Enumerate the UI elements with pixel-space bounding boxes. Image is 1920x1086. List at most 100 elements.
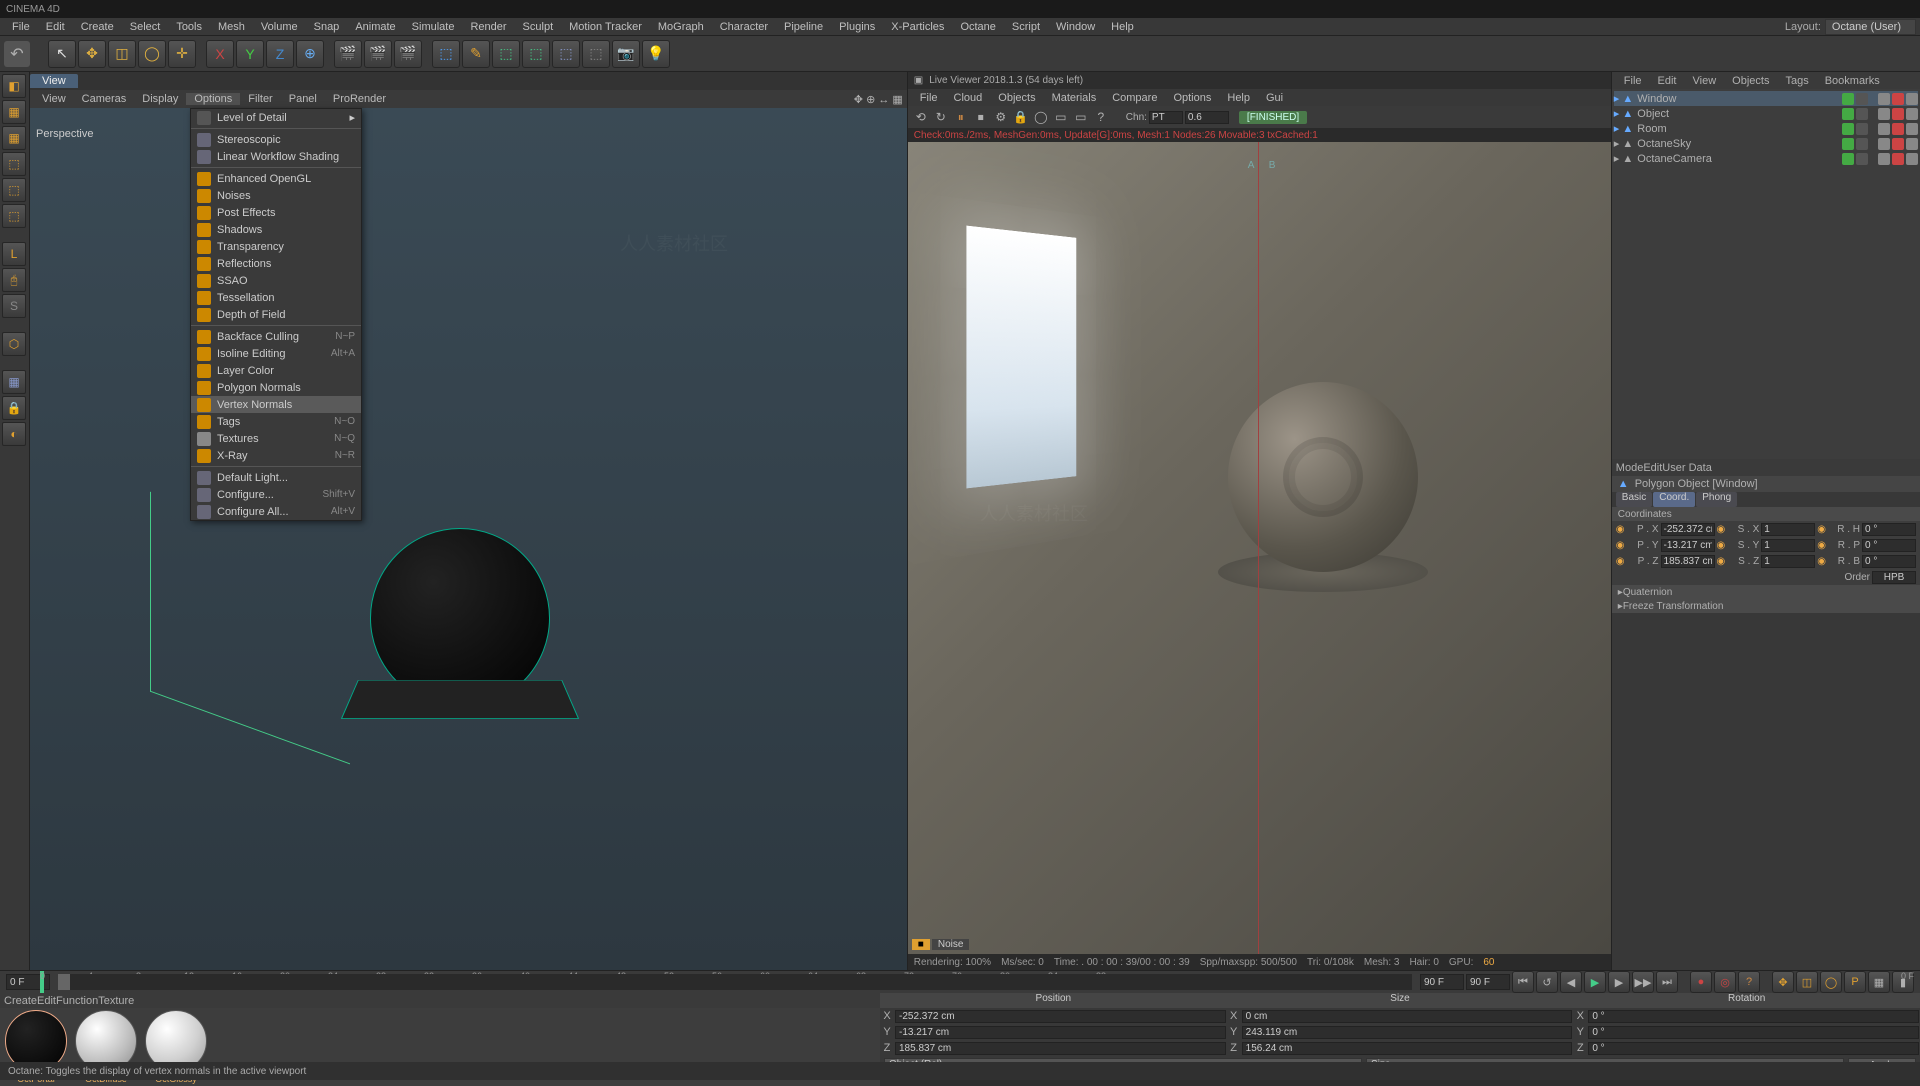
option-ssao[interactable]: SSAO <box>191 272 361 289</box>
option-polygon-normals[interactable]: Polygon Normals <box>191 379 361 396</box>
psr-r-X[interactable] <box>1588 1010 1919 1023</box>
menu-snap[interactable]: Snap <box>306 21 348 33</box>
tl-pos-rec[interactable]: ✥ <box>1772 971 1794 993</box>
lv-menu-gui[interactable]: Gui <box>1258 92 1291 104</box>
layout-select[interactable]: Octane (User) <box>1825 19 1916 35</box>
option-level-of-detail[interactable]: Level of Detail▸ <box>191 109 361 126</box>
om-item-object[interactable]: ▸ ▲Object <box>1614 106 1918 121</box>
environment-button[interactable]: ⬚ <box>582 40 610 68</box>
mat-menu-create[interactable]: Create <box>4 995 37 1007</box>
menu-file[interactable]: File <box>4 21 38 33</box>
texture-mode[interactable]: ▦ <box>2 126 26 150</box>
workplane-mode[interactable]: S <box>2 294 26 318</box>
undo-button[interactable]: ↶ <box>4 41 30 67</box>
option-configure-[interactable]: Configure...Shift+V <box>191 486 361 503</box>
om-menu-tags[interactable]: Tags <box>1777 75 1816 87</box>
snap-mode[interactable]: 🖰 <box>2 268 26 292</box>
attr-tab-coord[interactable]: Coord. <box>1653 492 1695 507</box>
camera-button[interactable]: 📷 <box>612 40 640 68</box>
psr-s-Z[interactable] <box>1242 1042 1573 1055</box>
lv-menu-materials[interactable]: Materials <box>1044 92 1105 104</box>
lv-menu-cloud[interactable]: Cloud <box>946 92 991 104</box>
recent-tool[interactable]: ✛ <box>168 40 196 68</box>
menu-help[interactable]: Help <box>1103 21 1142 33</box>
tl-pla-rec[interactable]: ▦ <box>1868 971 1890 993</box>
tl-prev-key[interactable]: ↺ <box>1536 971 1558 993</box>
pos-y-input[interactable] <box>1661 539 1715 552</box>
attr-freeze[interactable]: ▸ Freeze Transformation <box>1612 599 1920 613</box>
object-mode[interactable]: ▦ <box>2 100 26 124</box>
menu-select[interactable]: Select <box>122 21 169 33</box>
lv-chn-val[interactable]: 0.6 <box>1185 111 1229 124</box>
lv-pause[interactable]: ⏸ <box>952 108 970 126</box>
render-settings-button[interactable]: 🎬 <box>394 40 422 68</box>
om-item-room[interactable]: ▸ ▲Room <box>1614 121 1918 136</box>
menu-create[interactable]: Create <box>73 21 122 33</box>
move-tool[interactable]: ✥ <box>78 40 106 68</box>
menu-mesh[interactable]: Mesh <box>210 21 253 33</box>
null-object-button[interactable]: ⬚ <box>432 40 460 68</box>
lv-gear[interactable]: ⚙ <box>992 108 1010 126</box>
option-shadows[interactable]: Shadows <box>191 221 361 238</box>
option-tags[interactable]: TagsN~O <box>191 413 361 430</box>
menu-script[interactable]: Script <box>1004 21 1048 33</box>
om-item-octanecamera[interactable]: ▸ ▲OctaneCamera <box>1614 151 1918 166</box>
option-default-light-[interactable]: Default Light... <box>191 469 361 486</box>
lv-help[interactable]: ? <box>1092 108 1110 126</box>
spline-tool[interactable]: ✎ <box>462 40 490 68</box>
tl-end-b-input[interactable] <box>1466 974 1510 990</box>
tl-rot-rec[interactable]: ◯ <box>1820 971 1842 993</box>
tl-autokey[interactable]: ◎ <box>1714 971 1736 993</box>
lv-lock[interactable]: 🔒 <box>1012 108 1030 126</box>
axis-mode[interactable]: L <box>2 242 26 266</box>
tl-next-frame[interactable]: ▶ <box>1608 971 1630 993</box>
option-linear-workflow-shading[interactable]: Linear Workflow Shading <box>191 148 361 165</box>
psr-p-Z[interactable] <box>895 1042 1226 1055</box>
menu-pipeline[interactable]: Pipeline <box>776 21 831 33</box>
lv-menu-compare[interactable]: Compare <box>1104 92 1165 104</box>
point-mode[interactable]: ⬚ <box>2 152 26 176</box>
live-select-tool[interactable]: ↖ <box>48 40 76 68</box>
lv-restart[interactable]: ↻ <box>932 108 950 126</box>
scale-z-input[interactable] <box>1761 555 1815 568</box>
option-isoline-editing[interactable]: Isoline EditingAlt+A <box>191 345 361 362</box>
option-enhanced-opengl[interactable]: Enhanced OpenGL <box>191 170 361 187</box>
psr-p-Y[interactable] <box>895 1026 1226 1039</box>
option-stereoscopic[interactable]: Stereoscopic <box>191 131 361 148</box>
vp-nav-icon[interactable]: ✥ ⊕ ↔ ▦ <box>854 93 903 106</box>
object-manager[interactable]: ▸ ▲Window ▸ ▲Object ▸ ▲Room ▸ ▲OctaneSky… <box>1612 89 1920 459</box>
om-menu-edit[interactable]: Edit <box>1650 75 1685 87</box>
menu-volume[interactable]: Volume <box>253 21 306 33</box>
option-transparency[interactable]: Transparency <box>191 238 361 255</box>
option-textures[interactable]: TexturesN~Q <box>191 430 361 447</box>
tl-param-rec[interactable]: P <box>1844 971 1866 993</box>
attr-menu-mode[interactable]: Mode <box>1616 462 1644 474</box>
lv-sphere[interactable]: ◯ <box>1032 108 1050 126</box>
mat-menu-edit[interactable]: Edit <box>37 995 56 1007</box>
order-select[interactable]: HPB <box>1872 571 1916 584</box>
misc-mode[interactable]: ◐ <box>2 422 26 446</box>
menu-plugins[interactable]: Plugins <box>831 21 883 33</box>
psr-r-Z[interactable] <box>1588 1042 1919 1055</box>
attr-quaternion[interactable]: ▸ Quaternion <box>1612 585 1920 599</box>
tl-end-a-input[interactable] <box>1420 974 1464 990</box>
lv-menu-file[interactable]: File <box>912 92 946 104</box>
lv-stop[interactable]: ⏹ <box>972 108 990 126</box>
om-menu-objects[interactable]: Objects <box>1724 75 1777 87</box>
render-view[interactable]: A B ■ Noise <box>908 142 1611 954</box>
vp-menu-view[interactable]: View <box>34 93 74 105</box>
lv-menu-objects[interactable]: Objects <box>990 92 1043 104</box>
vp-menu-filter[interactable]: Filter <box>240 93 280 105</box>
tl-go-end[interactable]: ⏭ <box>1656 971 1678 993</box>
lock-mode[interactable]: 🔒 <box>2 396 26 420</box>
om-item-octanesky[interactable]: ▸ ▲OctaneSky <box>1614 136 1918 151</box>
edge-mode[interactable]: ⬚ <box>2 178 26 202</box>
option-layer-color[interactable]: Layer Color <box>191 362 361 379</box>
scale-x-input[interactable] <box>1761 523 1815 536</box>
lv-menu-options[interactable]: Options <box>1165 92 1219 104</box>
om-menu-view[interactable]: View <box>1685 75 1725 87</box>
menu-motion tracker[interactable]: Motion Tracker <box>561 21 650 33</box>
tl-next-key[interactable]: ▶▶ <box>1632 971 1654 993</box>
tl-prev-frame[interactable]: ◀ <box>1560 971 1582 993</box>
tl-scale-rec[interactable]: ◫ <box>1796 971 1818 993</box>
